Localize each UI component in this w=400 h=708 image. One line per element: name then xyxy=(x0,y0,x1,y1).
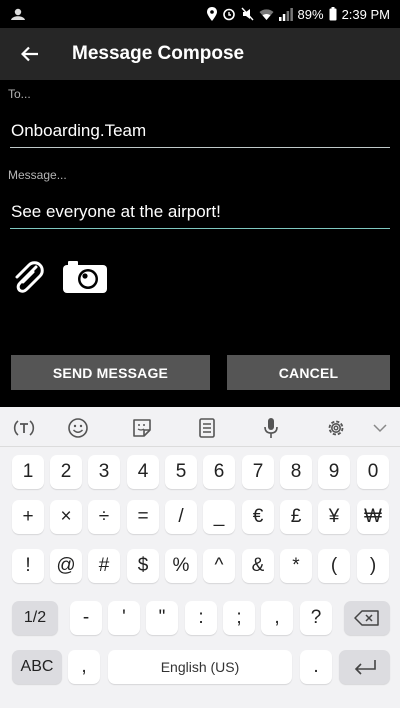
key-dollar[interactable]: $ xyxy=(127,549,159,583)
key-multiply[interactable]: × xyxy=(50,500,82,534)
key-4[interactable]: 4 xyxy=(127,455,159,489)
key-asterisk[interactable]: * xyxy=(280,549,312,583)
voice-input-button[interactable] xyxy=(257,415,285,441)
key-page-toggle[interactable]: 1/2 xyxy=(12,601,58,635)
cancel-button[interactable]: CANCEL xyxy=(227,355,390,390)
key-comma[interactable]: , xyxy=(68,650,100,684)
message-label: Message... xyxy=(8,168,67,182)
key-6[interactable]: 6 xyxy=(203,455,235,489)
keyboard-toolbar xyxy=(0,407,400,447)
chevron-down-icon xyxy=(373,424,387,433)
key-open-paren[interactable]: ( xyxy=(318,549,350,583)
key-exclamation[interactable]: ! xyxy=(12,549,44,583)
gear-icon xyxy=(328,420,344,436)
key-yen[interactable]: ¥ xyxy=(318,500,350,534)
key-ampersand[interactable]: & xyxy=(242,549,274,583)
message-field[interactable]: See everyone at the airport! xyxy=(10,199,390,229)
key-double-quote[interactable]: " xyxy=(146,601,178,635)
keyboard-settings-button[interactable] xyxy=(322,415,350,441)
camera-icon xyxy=(63,261,107,293)
key-pound[interactable]: £ xyxy=(280,500,312,534)
microphone-icon xyxy=(264,418,278,438)
enter-icon xyxy=(354,660,376,675)
attach-button[interactable] xyxy=(10,258,46,296)
clipboard-icon xyxy=(199,418,215,438)
alarm-icon xyxy=(222,7,236,21)
key-5[interactable]: 5 xyxy=(165,455,197,489)
key-euro[interactable]: € xyxy=(242,500,274,534)
key-8[interactable]: 8 xyxy=(280,455,312,489)
signal-icon xyxy=(278,7,293,21)
key-comma-symbol[interactable]: , xyxy=(261,601,293,635)
key-1[interactable]: 1 xyxy=(12,455,44,489)
emoji-button[interactable] xyxy=(64,415,92,441)
app-bar: Message Compose xyxy=(0,28,400,80)
backspace-icon xyxy=(354,610,379,626)
key-percent[interactable]: % xyxy=(165,549,197,583)
to-field[interactable]: Onboarding.Team xyxy=(10,118,390,148)
send-message-button[interactable]: SEND MESSAGE xyxy=(11,355,210,390)
key-plus[interactable]: + xyxy=(12,500,44,534)
key-hash[interactable]: # xyxy=(88,549,120,583)
key-caret[interactable]: ^ xyxy=(203,549,235,583)
key-backspace[interactable] xyxy=(344,601,390,635)
wifi-icon xyxy=(259,8,274,21)
sticker-button[interactable] xyxy=(128,415,156,441)
battery-icon xyxy=(329,7,337,21)
on-screen-keyboard: 1 2 3 4 5 6 7 8 9 0 + × ÷ = / _ € £ ¥ ₩ … xyxy=(0,407,400,708)
key-equals[interactable]: = xyxy=(127,500,159,534)
key-2[interactable]: 2 xyxy=(50,455,82,489)
camera-button[interactable] xyxy=(62,258,110,296)
back-button[interactable] xyxy=(0,28,60,80)
to-label: To... xyxy=(8,87,31,101)
key-underscore[interactable]: _ xyxy=(203,500,235,534)
key-hyphen[interactable]: - xyxy=(70,601,102,635)
key-question[interactable]: ? xyxy=(300,601,332,635)
key-at[interactable]: @ xyxy=(50,549,82,583)
battery-percent: 89% xyxy=(297,6,324,22)
mute-icon xyxy=(241,7,254,21)
paperclip-icon xyxy=(15,261,44,293)
status-bar: 89% 2:39 PM xyxy=(0,0,400,28)
collapse-keyboard-button[interactable] xyxy=(366,415,394,441)
key-abc[interactable]: ABC xyxy=(12,650,62,684)
notification-icon xyxy=(10,7,26,21)
key-7[interactable]: 7 xyxy=(242,455,274,489)
key-semicolon[interactable]: ; xyxy=(223,601,255,635)
key-won[interactable]: ₩ xyxy=(357,500,389,534)
sticker-icon xyxy=(133,419,151,437)
text-mode-button[interactable] xyxy=(10,415,38,441)
text-mode-icon xyxy=(13,420,35,436)
key-3[interactable]: 3 xyxy=(88,455,120,489)
location-icon xyxy=(206,7,217,21)
key-colon[interactable]: : xyxy=(185,601,217,635)
clock: 2:39 PM xyxy=(341,6,390,22)
arrow-left-icon xyxy=(21,46,38,62)
key-period[interactable]: . xyxy=(300,650,332,684)
key-divide[interactable]: ÷ xyxy=(88,500,120,534)
key-9[interactable]: 9 xyxy=(318,455,350,489)
page-title: Message Compose xyxy=(72,43,245,64)
key-space[interactable]: English (US) xyxy=(108,650,292,684)
emoji-icon xyxy=(68,418,88,438)
key-enter[interactable] xyxy=(339,650,390,684)
key-slash[interactable]: / xyxy=(165,500,197,534)
key-apostrophe[interactable]: ' xyxy=(108,601,140,635)
key-close-paren[interactable]: ) xyxy=(357,549,389,583)
clipboard-button[interactable] xyxy=(193,415,221,441)
key-0[interactable]: 0 xyxy=(357,455,389,489)
